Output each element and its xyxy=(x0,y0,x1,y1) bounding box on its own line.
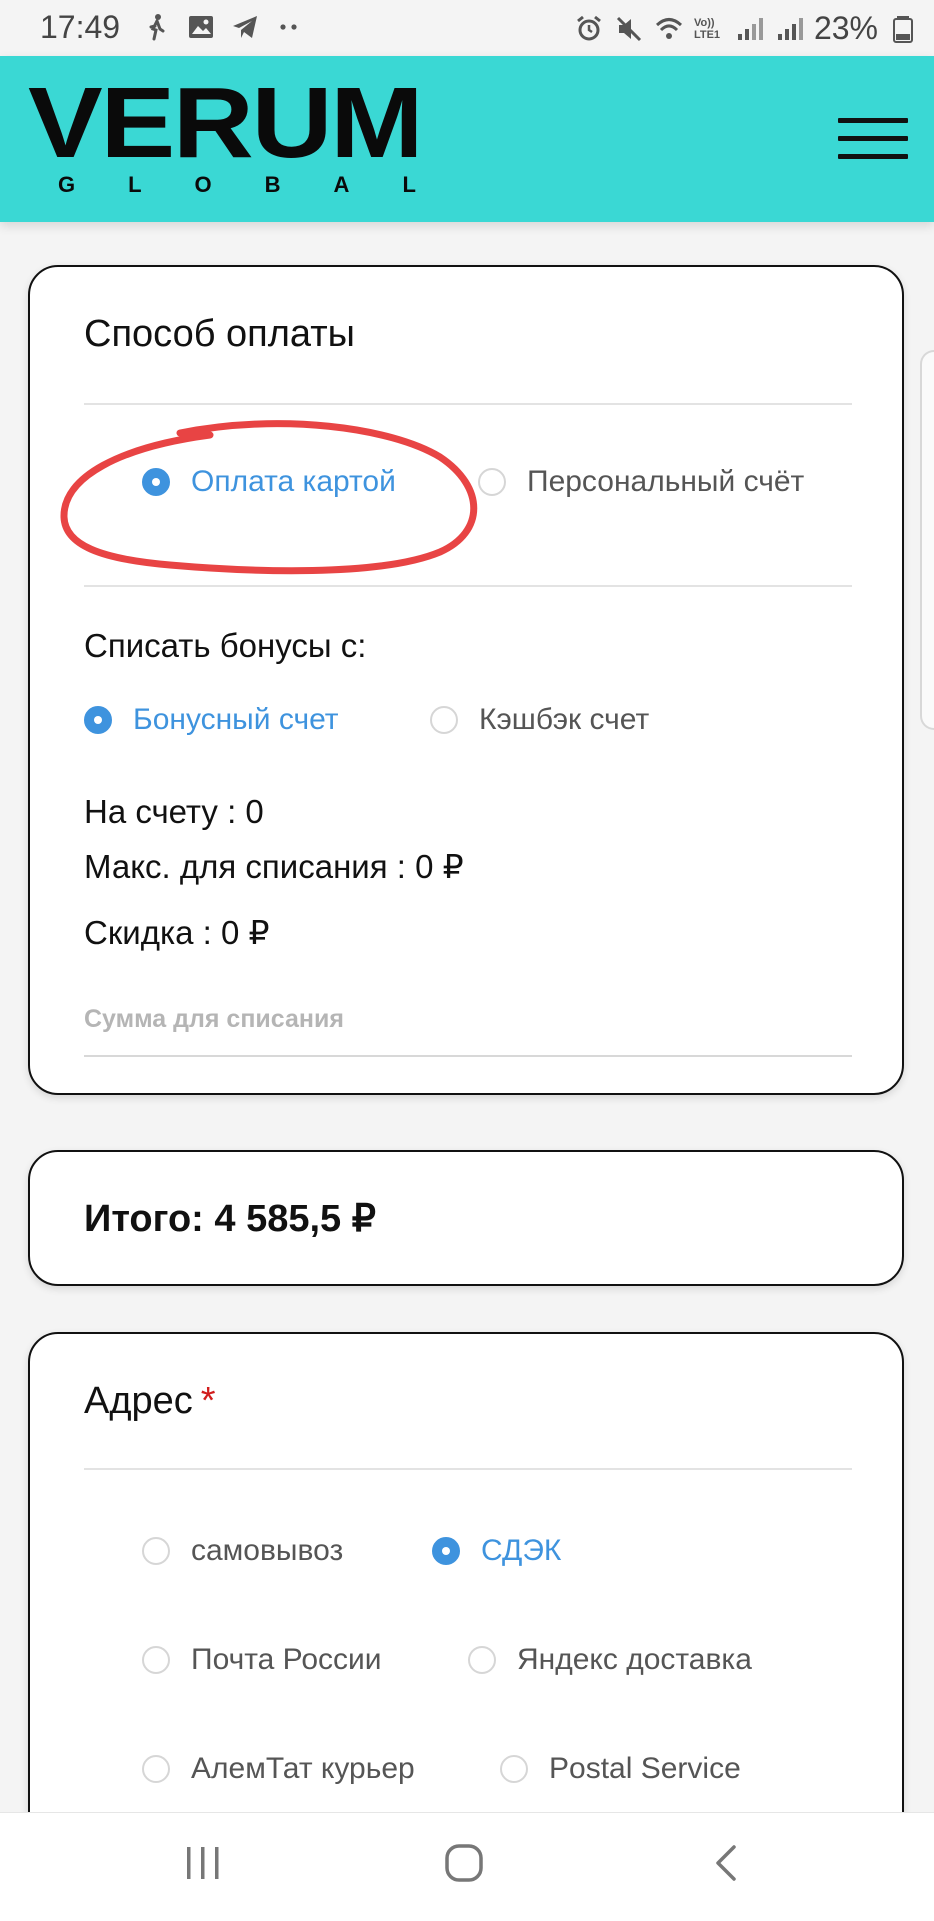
required-mark: * xyxy=(200,1380,216,1422)
address-card: Адрес * самовывоз СДЭК Почта России Яндек… xyxy=(28,1332,904,1892)
radio-postal-service[interactable]: Postal Service xyxy=(500,1752,741,1786)
radio-pickup[interactable]: самовывоз xyxy=(142,1534,343,1568)
divider xyxy=(84,403,852,405)
total-amount: Итого: 4 585,5 ₽ xyxy=(84,1198,376,1240)
discount: Скидка : 0 ₽ xyxy=(84,914,270,951)
max-write-off: Макс. для списания : 0 ₽ xyxy=(84,848,464,885)
recents-icon[interactable] xyxy=(183,1843,223,1883)
volte-icon: Vo)) LTE1 xyxy=(693,16,721,41)
status-bar: 17:49 Vo)) LTE1 23% xyxy=(0,0,934,56)
radio-dot[interactable] xyxy=(500,1755,528,1783)
radio-alemtat-courier[interactable]: АлемТат курьер xyxy=(142,1752,415,1786)
radio-label: Бонусный счет xyxy=(133,703,339,736)
radio-bonus-account[interactable]: Бонусный счет xyxy=(84,703,339,737)
radio-label: Почта России xyxy=(191,1643,382,1676)
radio-dot[interactable] xyxy=(468,1646,496,1674)
system-nav-bar xyxy=(0,1812,934,1921)
radio-cashback-account[interactable]: Кэшбэк счет xyxy=(430,703,649,737)
verum-logo[interactable]: VERUM GLOBAL xyxy=(28,73,469,198)
radio-label: Яндекс доставка xyxy=(517,1643,752,1676)
payment-title: Способ оплаты xyxy=(84,313,355,355)
radio-label: Postal Service xyxy=(549,1752,741,1785)
radio-label: СДЭК xyxy=(481,1534,562,1567)
signal-icon xyxy=(737,17,763,40)
radio-dot[interactable] xyxy=(430,706,458,734)
radio-label: Кэшбэк счет xyxy=(479,703,650,736)
total-card: Итого: 4 585,5 ₽ xyxy=(28,1150,904,1286)
radio-dot[interactable] xyxy=(478,468,506,496)
radio-cdek[interactable]: СДЭК xyxy=(432,1534,561,1568)
radio-label: Оплата картой xyxy=(191,465,396,498)
bonus-source-title: Списать бонусы с: xyxy=(84,627,367,664)
radio-personal-account[interactable]: Персональный счёт xyxy=(478,465,804,499)
side-panel-edge[interactable] xyxy=(920,350,934,730)
payment-card: Способ оплаты Оплата картой Персональный… xyxy=(28,265,904,1095)
back-icon[interactable] xyxy=(706,1843,746,1883)
battery-icon xyxy=(893,15,913,43)
logo-brand: VERUM xyxy=(28,67,424,179)
home-icon[interactable] xyxy=(444,1843,484,1883)
radio-dot[interactable] xyxy=(142,468,170,496)
radio-dot[interactable] xyxy=(84,706,112,734)
signal-icon xyxy=(777,17,803,40)
radio-russian-post[interactable]: Почта России xyxy=(142,1643,382,1677)
radio-dot[interactable] xyxy=(432,1537,460,1565)
address-title-text: Адрес xyxy=(84,1380,193,1422)
account-balance: На счету : 0 xyxy=(84,793,264,830)
battery-percent: 23% xyxy=(813,10,878,46)
radio-dot[interactable] xyxy=(142,1646,170,1674)
radio-yandex-delivery[interactable]: Яндекс доставка xyxy=(468,1643,752,1677)
status-time: 17:49 xyxy=(40,9,121,45)
radio-dot[interactable] xyxy=(142,1755,170,1783)
walking-icon xyxy=(149,14,165,41)
telegram-icon xyxy=(233,16,257,38)
more-dots-icon xyxy=(280,24,297,30)
radio-label: Персональный счёт xyxy=(527,465,805,498)
site-header: VERUM GLOBAL xyxy=(0,56,934,222)
mute-icon xyxy=(616,16,642,41)
input-underline xyxy=(84,1055,852,1057)
alarm-icon xyxy=(577,15,601,40)
wifi-icon xyxy=(655,17,682,39)
radio-label: самовывоз xyxy=(191,1534,344,1567)
address-title: Адрес * xyxy=(84,1380,216,1423)
image-icon xyxy=(189,16,213,38)
hamburger-icon[interactable] xyxy=(838,118,908,160)
radio-dot[interactable] xyxy=(142,1537,170,1565)
divider xyxy=(84,585,852,587)
radio-card-payment[interactable]: Оплата картой xyxy=(142,465,396,499)
divider xyxy=(84,1468,852,1470)
write-off-amount-input[interactable]: Сумма для списания xyxy=(84,1005,344,1034)
radio-label: АлемТат курьер xyxy=(191,1752,415,1785)
